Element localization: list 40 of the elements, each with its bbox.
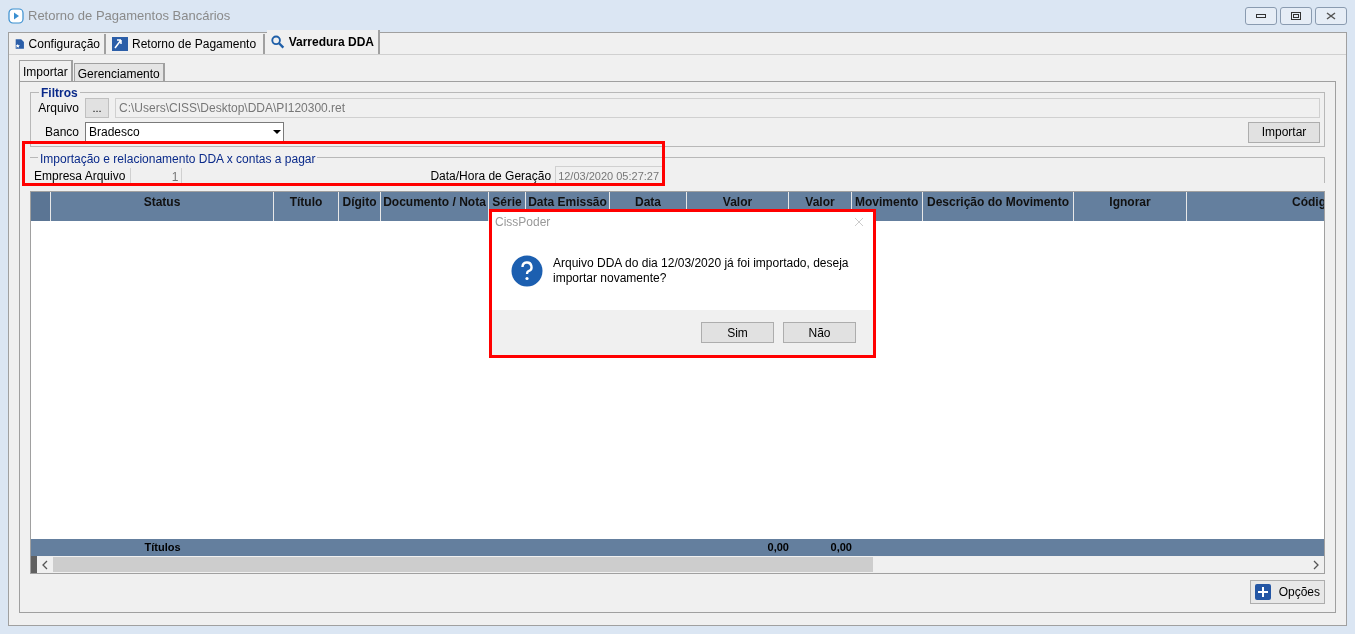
footer-total: 0,00 bbox=[766, 540, 789, 556]
horizontal-scrollbar[interactable] bbox=[31, 556, 1324, 573]
import-button[interactable]: Importar bbox=[1248, 121, 1320, 143]
maximize-icon bbox=[1291, 12, 1301, 20]
column-header[interactable]: Descrição do Movimento bbox=[923, 192, 1074, 221]
tab[interactable]: Importar bbox=[19, 60, 73, 81]
question-icon bbox=[511, 255, 543, 287]
scrollbar-edge bbox=[31, 556, 37, 573]
browse-button[interactable]: ... bbox=[85, 98, 109, 118]
close-icon bbox=[1326, 12, 1336, 20]
maximize-button[interactable] bbox=[1280, 7, 1312, 25]
tab[interactable]: Gerenciamento bbox=[73, 63, 165, 81]
app-icon bbox=[8, 8, 24, 24]
company-field[interactable]: 1 bbox=[130, 167, 183, 185]
field-label: Arquivo bbox=[37, 100, 79, 117]
plus-icon bbox=[1254, 584, 1271, 600]
footer-label: Títulos bbox=[143, 540, 182, 556]
minimize-button[interactable] bbox=[1245, 7, 1277, 25]
close-button[interactable] bbox=[1315, 7, 1347, 25]
dialog-button[interactable]: Não bbox=[783, 322, 856, 343]
field-label: Banco bbox=[43, 124, 79, 141]
column-header[interactable]: Título bbox=[274, 192, 339, 221]
search-icon bbox=[271, 34, 285, 50]
field-label: Data/Hora de Geração bbox=[430, 168, 552, 185]
minimize-icon bbox=[1256, 14, 1266, 18]
footer-total: 0,00 bbox=[829, 540, 852, 556]
window-title: Retorno de Pagamentos Bancários bbox=[28, 7, 231, 26]
file-path-field[interactable]: C:\Users\CISS\Desktop\DDA\PI120300.ret bbox=[115, 98, 1320, 118]
date-time-field[interactable]: 12/03/2020 05:27:27 bbox=[555, 166, 664, 186]
dialog-button[interactable]: Sim bbox=[701, 322, 774, 343]
column-header[interactable]: Status bbox=[51, 192, 274, 221]
bank-dropdown[interactable]: Bradesco bbox=[85, 122, 284, 142]
tab[interactable]: Varredura DDA bbox=[267, 30, 380, 54]
field-label: Empresa Arquivo bbox=[34, 168, 126, 185]
column-header[interactable]: Ignorar bbox=[1074, 192, 1187, 221]
dialog-message: Arquivo DDA do dia 12/03/2020 já foi importado, deseja importar novamente? bbox=[553, 256, 850, 286]
options-button[interactable]: Opções bbox=[1249, 580, 1325, 604]
document-star-icon bbox=[15, 36, 25, 52]
scrollbar-thumb[interactable] bbox=[53, 557, 873, 572]
column-header[interactable]: Dígito bbox=[339, 192, 381, 221]
